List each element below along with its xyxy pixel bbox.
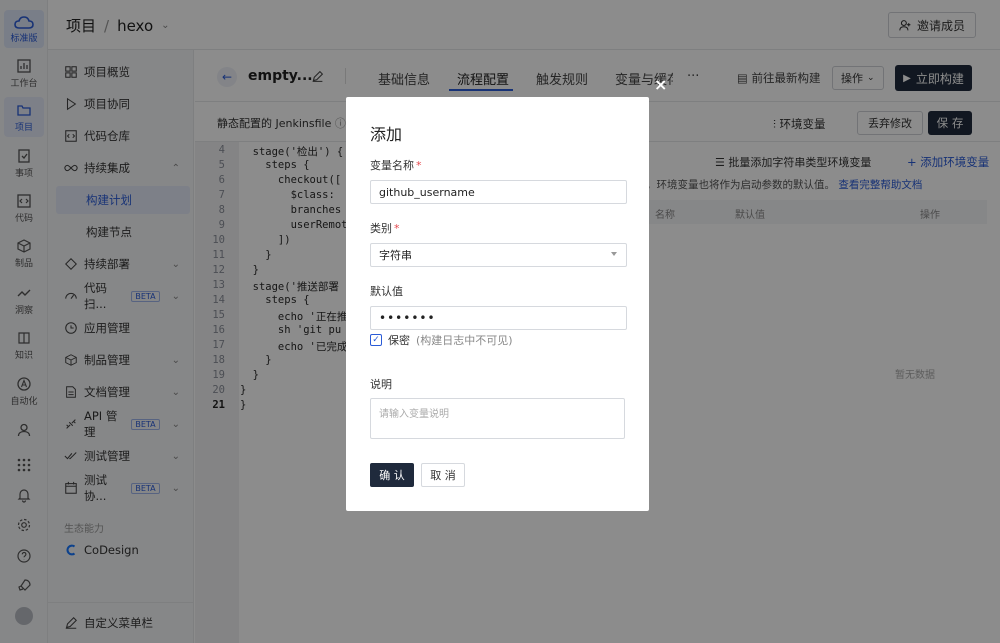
description-placeholder: 请输入变量说明 <box>379 409 449 420</box>
add-variable-dialog: 添加 变量名称 * github_username 类别 * 字符串 默认值 •••… <box>346 97 649 511</box>
type-label: 类别 * <box>370 220 400 236</box>
confirm-button[interactable]: 确 认 <box>370 463 414 487</box>
required-mark: * <box>416 159 422 172</box>
default-value-input[interactable]: ••••••• <box>370 306 627 330</box>
type-select-value: 字符串 <box>379 249 412 262</box>
description-label: 说明 <box>370 378 392 391</box>
close-icon[interactable]: × <box>654 75 667 94</box>
secret-checkbox[interactable]: ✓ <box>370 334 382 346</box>
variable-name-input[interactable]: github_username <box>370 180 627 204</box>
default-value-masked: ••••••• <box>379 311 436 325</box>
secret-checkbox-row[interactable]: ✓ 保密 (构建日志中不可见) <box>370 332 513 348</box>
required-mark: * <box>394 222 400 235</box>
name-label: 变量名称 * <box>370 157 422 173</box>
default-label: 默认值 <box>370 285 403 298</box>
variable-name-value: github_username <box>379 185 475 199</box>
type-select[interactable]: 字符串 <box>370 243 627 267</box>
name-label-text: 变量名称 <box>370 159 414 172</box>
dialog-title: 添加 <box>370 125 403 144</box>
caret-down-icon <box>611 252 617 256</box>
description-textarea[interactable]: 请输入变量说明 <box>370 398 625 439</box>
type-label-text: 类别 <box>370 222 392 235</box>
check-icon: ✓ <box>372 334 380 345</box>
cancel-button[interactable]: 取 消 <box>421 463 465 487</box>
secret-label: 保密 <box>388 334 410 347</box>
secret-hint: (构建日志中不可见) <box>416 334 513 347</box>
